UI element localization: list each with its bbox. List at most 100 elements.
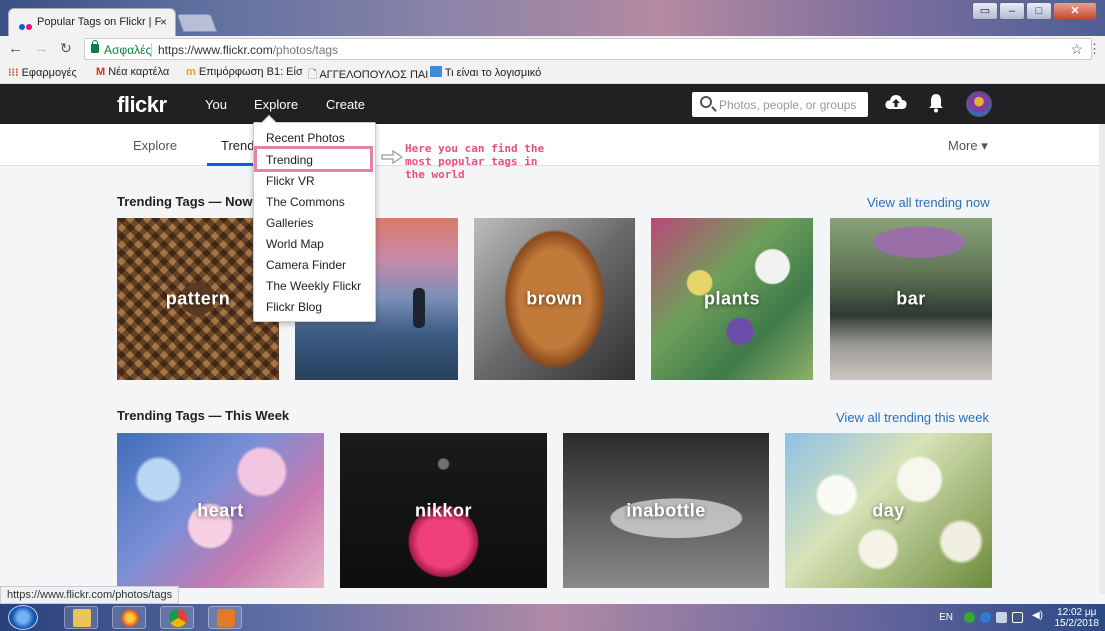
bookmark-label: Νέα καρτέλα <box>108 66 170 78</box>
tray-volume-icon[interactable]: ◀) <box>1032 610 1043 621</box>
search-icon <box>700 96 712 108</box>
bookmark-software[interactable]: Τι είναι το λογισμικό <box>430 66 541 79</box>
tag-tile-day[interactable]: day <box>785 433 992 588</box>
windows-taskbar: EN ◀) 12:02 μμ 15/2/2018 <box>0 604 1105 631</box>
tab-close-icon[interactable]: × <box>160 15 167 29</box>
menu-item-flickr-vr[interactable]: Flickr VR <box>266 174 315 188</box>
menu-item-flickr-blog[interactable]: Flickr Blog <box>266 300 322 314</box>
notifications-bell-icon[interactable] <box>928 93 944 113</box>
window-titlebar: Popular Tags on Flickr | F × ▭ – □ ✕ <box>0 0 1105 36</box>
gmail-icon: M <box>96 66 106 78</box>
menu-item-the-commons[interactable]: The Commons <box>266 195 345 209</box>
site-icon <box>430 66 442 77</box>
tag-label: day <box>872 500 905 520</box>
tag-tile-inabottle[interactable]: inabottle <box>563 433 769 588</box>
menu-item-recent-photos[interactable]: Recent Photos <box>266 131 345 145</box>
browser-toolbar: ← → ↻ Ασφαλές https://www.flickr.com/pho… <box>0 36 1105 62</box>
view-all-trending-week-link[interactable]: View all trending this week <box>836 410 989 425</box>
url-host: https://www.flickr.com <box>158 43 273 57</box>
tray-app-icon[interactable] <box>964 612 975 623</box>
menu-item-camera-finder[interactable]: Camera Finder <box>266 258 346 272</box>
subnav-trending[interactable]: Trend <box>221 138 254 153</box>
trending-week-title: Trending Tags — This Week <box>117 408 290 423</box>
menu-item-world-map[interactable]: World Map <box>266 237 324 251</box>
trending-highlight-box <box>254 146 373 172</box>
active-tab-indicator <box>207 163 257 166</box>
flickr-favicon-icon <box>19 19 33 33</box>
bookmark-training[interactable]: m Επιμόρφωση Β1: Είσ <box>186 66 303 78</box>
tag-tile-bar[interactable]: bar <box>830 218 992 380</box>
annotation-line: most popular tags in <box>405 155 538 168</box>
annotation-note: Here you can find the most popular tags … <box>405 142 555 181</box>
start-button-icon[interactable] <box>8 605 38 630</box>
language-indicator[interactable]: EN <box>939 612 953 623</box>
bookmark-star-icon[interactable]: ☆ <box>1070 41 1083 58</box>
window-close-icon[interactable]: ✕ <box>1053 2 1097 20</box>
subnav-explore[interactable]: Explore <box>133 138 177 153</box>
tag-label: heart <box>197 500 244 520</box>
flickr-logo[interactable]: flickr <box>117 92 167 118</box>
tag-tile-brown[interactable]: brown <box>474 218 635 380</box>
firefox-icon[interactable] <box>112 606 146 629</box>
tray-sync-icon[interactable] <box>980 612 991 623</box>
reload-icon[interactable]: ↻ <box>60 40 72 57</box>
media-app-icon[interactable] <box>208 606 242 629</box>
page-scrollbar[interactable] <box>1099 124 1105 594</box>
forward-arrow-icon[interactable]: → <box>34 40 49 57</box>
bookmark-label: Τι είναι το λογισμικό <box>444 67 542 79</box>
tray-flag-icon[interactable] <box>996 612 1007 623</box>
system-clock[interactable]: 12:02 μμ 15/2/2018 <box>1055 607 1100 629</box>
window-controls: ▭ – □ ✕ <box>971 2 1097 20</box>
trending-now-title: Trending Tags — Now <box>117 194 253 209</box>
menu-item-galleries[interactable]: Galleries <box>266 216 313 230</box>
annotation-line: the world <box>405 168 465 181</box>
tag-tile-heart[interactable]: heart <box>117 433 324 588</box>
tag-label: bar <box>896 288 926 309</box>
view-all-trending-now-link[interactable]: View all trending now <box>867 195 990 210</box>
browser-tab[interactable]: Popular Tags on Flickr | F × <box>8 8 176 36</box>
annotation-line: Here you can find the <box>405 142 545 155</box>
file-explorer-icon[interactable] <box>64 606 98 629</box>
nav-you[interactable]: You <box>205 97 227 112</box>
tag-tile-plants[interactable]: plants <box>651 218 813 380</box>
menu-item-weekly-flickr[interactable]: The Weekly Flickr <box>266 279 361 293</box>
bookmark-label: Εφαρμογές <box>21 67 77 79</box>
tray-network-icon[interactable] <box>1012 612 1023 623</box>
tag-label: plants <box>703 288 760 309</box>
tab-title: Popular Tags on Flickr | F <box>37 16 162 28</box>
back-arrow-icon[interactable]: ← <box>8 40 23 57</box>
tag-label: inabottle <box>626 500 706 520</box>
clock-time: 12:02 μμ <box>1057 607 1097 618</box>
new-tab-button[interactable] <box>176 14 218 32</box>
nav-create[interactable]: Create <box>326 97 365 112</box>
bookmark-label: ΑΓΓΕΛΟΠΟΥΛΟΣ ΠΑΙ <box>319 69 429 81</box>
moodle-icon: m <box>186 66 196 78</box>
clock-date: 15/2/2018 <box>1054 618 1100 629</box>
annotation-arrow-icon <box>381 150 403 164</box>
restore-icon[interactable]: ▭ <box>972 2 998 20</box>
link-status-bar: https://www.flickr.com/photos/tags <box>0 586 180 604</box>
nav-explore[interactable]: Explore <box>254 97 298 112</box>
url-text[interactable]: https://www.flickr.com/photos/tags <box>151 43 338 57</box>
url-path: /photos/tags <box>272 43 339 57</box>
maximize-icon[interactable]: □ <box>1026 2 1052 20</box>
bookmark-new-tab[interactable]: M Νέα καρτέλα <box>96 66 169 78</box>
tag-tile-nikkor[interactable]: nikkor <box>340 433 547 588</box>
search-box[interactable]: Photos, people, or groups <box>692 92 868 117</box>
upload-cloud-icon[interactable] <box>885 94 907 110</box>
search-placeholder: Photos, people, or groups <box>719 98 857 112</box>
browser-menu-icon[interactable]: ⋮ <box>1088 41 1101 57</box>
apps-grid-icon: ⁝⁝⁝ <box>8 67 19 79</box>
bookmark-label: Επιμόρφωση Β1: Είσ <box>198 66 303 78</box>
address-bar[interactable]: Ασφαλές https://www.flickr.com/photos/ta… <box>84 38 1092 60</box>
chrome-icon[interactable] <box>160 606 194 629</box>
user-avatar[interactable] <box>966 91 992 117</box>
flickr-header: flickr You Explore Create Photos, people… <box>0 84 1105 124</box>
minimize-icon[interactable]: – <box>999 2 1025 20</box>
secure-label: Ασφαλές <box>104 43 152 57</box>
system-tray: EN ◀) 12:02 μμ 15/2/2018 <box>925 604 1105 631</box>
bookmark-apps[interactable]: ⁝⁝⁝ Εφαρμογές <box>8 66 77 79</box>
subnav-more[interactable]: More ▾ <box>948 138 988 154</box>
bookmark-angelopoulos[interactable]: 🗋 ΑΓΓΕΛΟΠΟΥΛΟΣ ΠΑΙ <box>308 66 428 85</box>
tag-label: nikkor <box>414 500 473 520</box>
